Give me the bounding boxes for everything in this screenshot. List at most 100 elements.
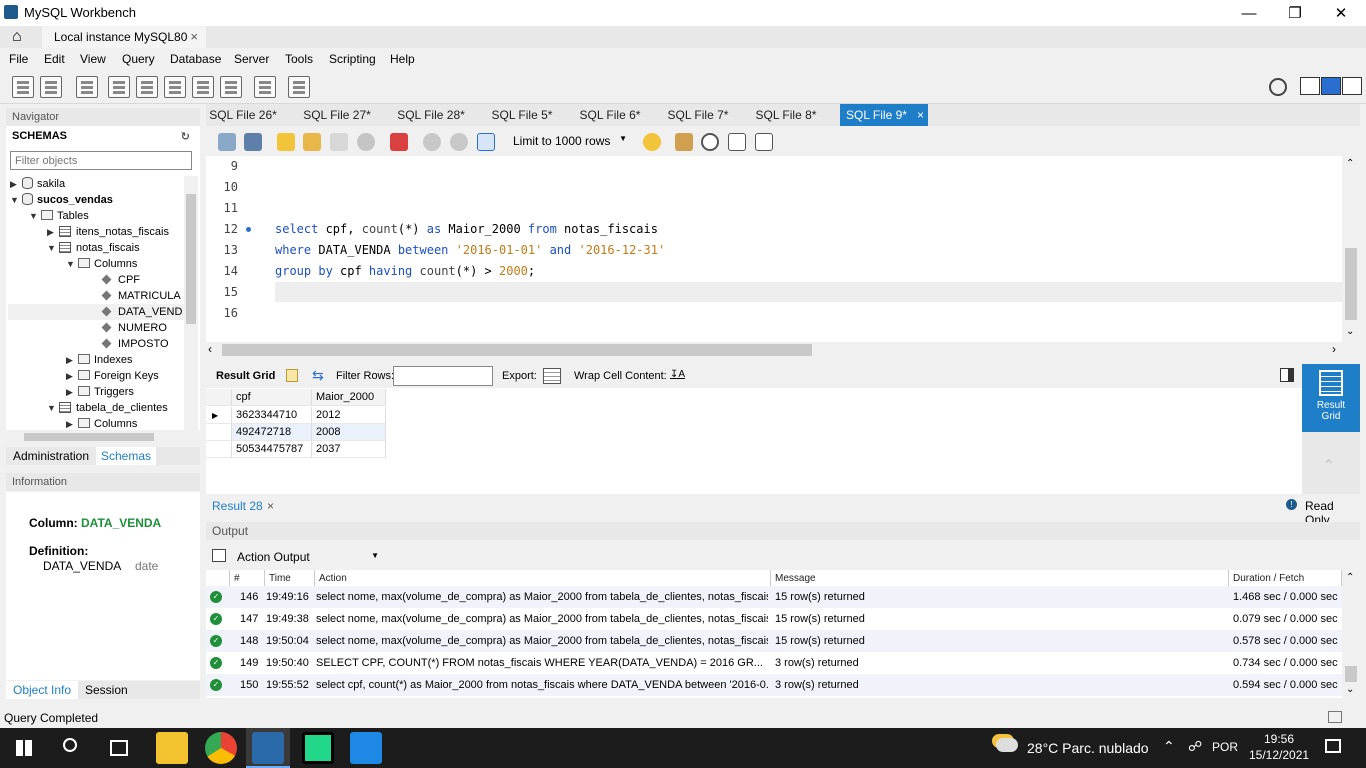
- close-tab-icon[interactable]: ×: [267, 499, 274, 513]
- tab-sql-file-27[interactable]: SQL File 27*: [300, 104, 374, 126]
- refresh-icon[interactable]: ⇆: [312, 367, 324, 384]
- tree-item-column-numero[interactable]: NUMERO: [101, 320, 167, 336]
- status-panel-icon[interactable]: [1328, 711, 1342, 723]
- editor-vertical-scrollbar[interactable]: ⌃ ⌄: [1342, 156, 1360, 342]
- clock-time[interactable]: 19:56: [1264, 732, 1294, 746]
- menu-file[interactable]: File: [9, 52, 28, 66]
- vscode-icon[interactable]: [350, 732, 382, 764]
- tree-item-notas-fiscais[interactable]: ▼ notas_fiscais: [47, 240, 140, 256]
- wrap-cell-icon[interactable]: ↧A: [670, 369, 685, 380]
- open-file-icon[interactable]: [218, 133, 236, 151]
- weather-icon[interactable]: [996, 738, 1018, 752]
- create-view-icon[interactable]: [164, 76, 186, 98]
- tab-sql-file-9[interactable]: SQL File 9* ×: [840, 104, 928, 126]
- tree-item-tabela-de-clientes[interactable]: ▼ tabela_de_clientes: [47, 400, 168, 416]
- export-icon[interactable]: [543, 368, 561, 384]
- tree-item-sakila[interactable]: ▶ sakila: [10, 176, 65, 192]
- reconnect-icon[interactable]: [288, 76, 310, 98]
- toggle-panel-icon[interactable]: [1280, 368, 1294, 382]
- execute-current-icon[interactable]: [303, 133, 321, 151]
- tree-item-sucos-vendas[interactable]: ▼ sucos_vendas: [10, 192, 113, 208]
- scrollbar-thumb[interactable]: [186, 194, 196, 324]
- result-grid[interactable]: cpf Maior_2000 ▶ 3623344710 2012 4924727…: [206, 388, 1302, 494]
- grid-cell[interactable]: 2012: [312, 407, 386, 424]
- tree-item-indexes[interactable]: ▶ Indexes: [66, 352, 133, 368]
- output-vertical-scrollbar[interactable]: ⌃ ⌄: [1342, 570, 1360, 698]
- clock-date[interactable]: 15/12/2021: [1249, 748, 1309, 762]
- connection-tab[interactable]: Local instance MySQL80 ×: [42, 26, 206, 48]
- create-schema-icon[interactable]: [108, 76, 130, 98]
- grid-cell[interactable]: 3623344710: [232, 407, 312, 424]
- tab-administration[interactable]: Administration: [13, 449, 89, 463]
- scrollbar-thumb[interactable]: [24, 433, 154, 441]
- scrollbar-thumb[interactable]: [222, 344, 812, 356]
- word-wrap-icon[interactable]: [755, 133, 773, 151]
- search-table-data-icon[interactable]: [254, 76, 276, 98]
- tab-schemas[interactable]: Schemas: [96, 447, 157, 465]
- menu-view[interactable]: View: [80, 52, 106, 66]
- output-row[interactable]: ✓ 147 19:49:38 select nome, max(volume_d…: [206, 608, 1342, 630]
- tab-sql-file-6[interactable]: SQL File 6*: [576, 104, 644, 126]
- scroll-more-icon[interactable]: ⌃: [1322, 456, 1335, 476]
- language-indicator[interactable]: POR: [1212, 740, 1238, 754]
- network-icon[interactable]: ☍: [1188, 738, 1202, 755]
- tab-sql-file-5[interactable]: SQL File 5*: [488, 104, 556, 126]
- chevron-up-icon[interactable]: ⌃: [1163, 738, 1175, 755]
- menu-edit[interactable]: Edit: [44, 52, 65, 66]
- menu-help[interactable]: Help: [390, 52, 415, 66]
- scrollbar-thumb[interactable]: [1345, 248, 1357, 320]
- create-procedure-icon[interactable]: [192, 76, 214, 98]
- create-function-icon[interactable]: [220, 76, 242, 98]
- output-row[interactable]: ✓ 150 19:55:52 select cpf, count(*) as M…: [206, 674, 1342, 696]
- grid-cell[interactable]: 492472718: [232, 424, 312, 441]
- tab-sql-file-28[interactable]: SQL File 28*: [394, 104, 468, 126]
- limit-rows-select[interactable]: Limit to 1000 rows ▼: [507, 131, 631, 151]
- tab-session[interactable]: Session: [85, 683, 128, 697]
- navigator-horizontal-scrollbar[interactable]: [6, 430, 200, 444]
- grid-cell[interactable]: 2008: [312, 424, 386, 441]
- notifications-icon[interactable]: [1325, 739, 1341, 753]
- windows-start-icon[interactable]: [16, 740, 32, 756]
- grid-cell[interactable]: 50534475787: [232, 441, 312, 458]
- filter-rows-input[interactable]: [393, 366, 493, 386]
- toggle-sidebar-icon[interactable]: [1300, 77, 1320, 95]
- tree-item-foreign-keys[interactable]: ▶ Foreign Keys: [66, 368, 159, 384]
- toggle-error-icon[interactable]: [390, 133, 408, 151]
- grid-header-cpf[interactable]: cpf: [232, 389, 312, 406]
- tab-object-info[interactable]: Object Info: [6, 681, 79, 699]
- tab-sql-file-7[interactable]: SQL File 7*: [664, 104, 732, 126]
- scroll-down-icon[interactable]: ⌄: [1346, 684, 1354, 695]
- menu-database[interactable]: Database: [170, 52, 221, 66]
- task-view-icon[interactable]: [110, 740, 128, 756]
- mysql-workbench-icon[interactable]: [252, 732, 284, 764]
- result-grid-label[interactable]: Result Grid: [216, 370, 275, 382]
- refresh-icon[interactable]: ↻: [181, 130, 190, 143]
- invisible-chars-icon[interactable]: [728, 133, 746, 151]
- menu-query[interactable]: Query: [122, 52, 155, 66]
- menu-server[interactable]: Server: [234, 52, 269, 66]
- close-tab-icon[interactable]: ×: [190, 29, 198, 44]
- tree-item-column-matricula[interactable]: MATRICULA: [101, 288, 181, 304]
- rollback-icon[interactable]: [450, 133, 468, 151]
- tree-item-column-data-venda[interactable]: DATA_VEND: [101, 304, 182, 320]
- sql-editor[interactable]: 9 10 11 12 select cpf, count(*) as Maior…: [206, 156, 1342, 342]
- chrome-icon[interactable]: [205, 732, 237, 764]
- output-row[interactable]: ✓ 146 19:49:16 select nome, max(volume_d…: [206, 586, 1342, 608]
- close-tab-icon[interactable]: ×: [917, 108, 924, 122]
- commit-icon[interactable]: [423, 133, 441, 151]
- autocommit-icon[interactable]: [477, 133, 495, 151]
- toggle-output-icon[interactable]: [1321, 77, 1341, 95]
- settings-gear-icon[interactable]: [1269, 78, 1287, 96]
- grid-cell[interactable]: 2037: [312, 441, 386, 458]
- home-icon[interactable]: ⌂: [12, 28, 30, 46]
- menu-tools[interactable]: Tools: [285, 52, 313, 66]
- scroll-down-icon[interactable]: ⌄: [1346, 326, 1354, 337]
- inspector-icon[interactable]: [76, 76, 98, 98]
- tab-sql-file-26[interactable]: SQL File 26*: [206, 104, 280, 126]
- execute-icon[interactable]: [277, 133, 295, 151]
- copy-output-icon[interactable]: [212, 549, 226, 562]
- scroll-up-icon[interactable]: ⌃: [1346, 158, 1354, 169]
- open-sql-script-icon[interactable]: [40, 76, 62, 98]
- new-sql-tab-icon[interactable]: [12, 76, 34, 98]
- scroll-right-icon[interactable]: ›: [1332, 342, 1336, 356]
